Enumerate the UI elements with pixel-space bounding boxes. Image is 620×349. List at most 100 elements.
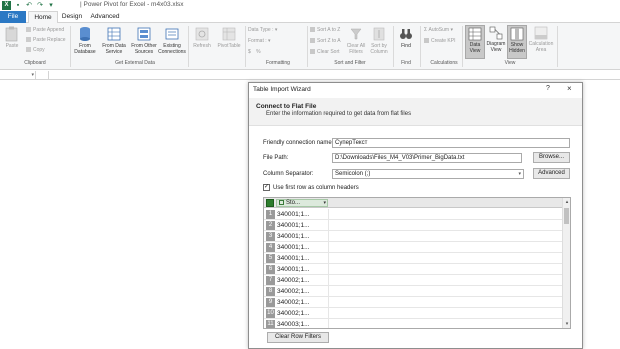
table-row[interactable]: 9 340002;1... [264,297,562,308]
dialog-title: Table Import Wizard [253,86,311,93]
refresh-button[interactable]: Refresh [190,26,214,49]
sort-by-column-icon [373,27,385,41]
file-path-label: File Path: [263,155,289,161]
table-row[interactable]: 10 340002;1... [264,308,562,319]
show-hidden-button[interactable]: Show Hidden [507,25,527,59]
calculation-area-button[interactable]: Calculation Area [528,26,554,53]
undo-icon[interactable]: ↶ [25,2,33,10]
column-separator-select[interactable]: Semicolon (;) ▾ [332,169,524,179]
column-separator-value: Semicolon (;) [335,171,371,177]
row-number: 1 [266,210,275,219]
row-value: 340001;1... [277,231,329,242]
close-icon[interactable]: × [567,84,572,93]
pivottable-label: PivotTable [217,43,241,49]
dialog-header: Connect to Flat File Enter the informati… [249,98,582,126]
paste-button[interactable]: Paste [3,26,21,49]
help-icon[interactable]: ? [546,85,550,92]
scroll-down-icon[interactable]: ▾ [563,320,570,328]
chevron-down-icon: ▾ [518,171,521,177]
existing-connections-button[interactable]: Existing Connections [158,26,186,55]
quick-access-toolbar: X ▪ ↶ ↷ ▾ [2,1,55,10]
sort-by-column-label-2: Column [370,49,388,55]
pivottable-button[interactable]: PivotTable [214,26,244,49]
data-view-button[interactable]: Data View [465,25,485,59]
format-label: Format : [248,38,267,44]
from-other-sources-button[interactable]: From Other Sources [130,26,158,55]
group-calculations: Calculations [430,60,458,66]
column-header[interactable]: Sto... ▾ [276,199,328,207]
select-all-checkbox[interactable] [266,199,274,207]
connections-icon [165,28,179,40]
tab-design[interactable]: Design [60,11,84,23]
diagram-view-button[interactable]: Diagram View [486,26,506,53]
data-type-label: Data Type : [248,27,274,33]
paste-append-button[interactable]: Paste Append [26,27,64,33]
ribbon-separator [557,26,558,67]
scroll-up-icon[interactable]: ▴ [563,198,570,206]
row-value: 340001;1... [277,253,329,264]
customize-qat-icon[interactable]: ▾ [47,2,55,10]
name-box[interactable]: ▾ [0,71,36,80]
data-type-dropdown[interactable]: Data Type : ▾ [248,27,277,33]
paste-replace-icon [26,37,31,42]
create-kpi-label: Create KPI [431,38,456,44]
clear-sort-button[interactable]: Clear Sort [310,49,340,55]
grid-vertical-scrollbar[interactable]: ▴ ▾ [562,198,570,328]
file-path-input[interactable]: D:\Downloads\Files_M4_V03\Primer_BigData… [332,153,522,163]
calculation-area-label-2: Area [535,47,547,53]
autosum-button[interactable]: Σ AutoSum ▾ [424,27,453,33]
table-row[interactable]: 1 340001;1... [264,209,562,220]
paste-replace-button[interactable]: Paste Replace [26,37,66,43]
show-hidden-label-2: Hidden [509,48,525,54]
redo-icon[interactable]: ↷ [36,2,44,10]
advanced-button[interactable]: Advanced [533,168,570,179]
number-format-buttons[interactable]: $ % [248,49,263,55]
clear-all-filters-label-2: Filters [349,49,363,55]
row-value: 340001;1... [277,264,329,275]
table-row[interactable]: 7 340002;1... [264,275,562,286]
other-sources-icon [137,27,151,41]
friendly-name-label: Friendly connection name: [263,140,334,146]
from-database-button[interactable]: From Database [72,26,98,55]
row-value: 340001;1... [277,242,329,253]
clear-all-filters-button[interactable]: Clear All Filters [345,26,367,55]
save-icon[interactable]: ▪ [14,2,22,10]
show-hidden-icon [510,27,524,41]
refresh-label: Refresh [193,43,211,49]
row-number: 6 [266,265,275,274]
tab-advanced[interactable]: Advanced [88,11,122,23]
find-button[interactable]: Find [396,26,416,49]
table-row[interactable]: 5 340001;1... [264,253,562,264]
from-data-service-button[interactable]: From Data Service [100,26,128,55]
table-row[interactable]: 11 340003;1... [264,319,562,328]
table-row[interactable]: 2 340001;1... [264,220,562,231]
format-dropdown[interactable]: Format : ▾ [248,38,271,44]
browse-button[interactable]: Browse... [533,152,570,163]
currency-icon: $ % [248,49,263,55]
column-checkbox[interactable] [279,200,284,205]
table-row[interactable]: 6 340001;1... [264,264,562,275]
row-number: 3 [266,232,275,241]
chevron-down-icon: ▾ [274,27,278,33]
friendly-name-input[interactable]: СуперТекст [332,138,570,148]
find-label: Find [401,43,411,49]
formula-input[interactable] [48,71,620,80]
ribbon: Paste Paste Append Paste Replace Copy Cl… [0,23,620,70]
data-preview-grid: Sto... ▾ 1 340001;1... 2 340001;1... 3 340001… [263,197,571,329]
table-row[interactable]: 8 340002;1... [264,286,562,297]
sort-by-column-button[interactable]: Sort by Column [368,26,390,55]
table-row[interactable]: 3 340001;1... [264,231,562,242]
chevron-down-icon: ▾ [450,27,453,33]
tab-file[interactable]: File [0,11,26,23]
copy-button[interactable]: Copy [26,47,45,53]
first-row-header-checkbox[interactable]: ✓ [263,184,270,191]
sort-a-to-z-button[interactable]: Sort A to Z [310,27,340,33]
create-kpi-button[interactable]: Create KPI [424,38,455,44]
sort-z-to-a-button[interactable]: Sort Z to A [310,38,341,44]
scroll-thumb[interactable] [564,208,569,224]
diagram-view-label-2: View [490,47,502,53]
filter-dropdown-icon[interactable]: ▾ [323,200,326,206]
clear-row-filters-button[interactable]: Clear Row Filters [267,332,329,343]
from-database-label-2: Database [74,49,96,55]
table-row[interactable]: 4 340001;1... [264,242,562,253]
